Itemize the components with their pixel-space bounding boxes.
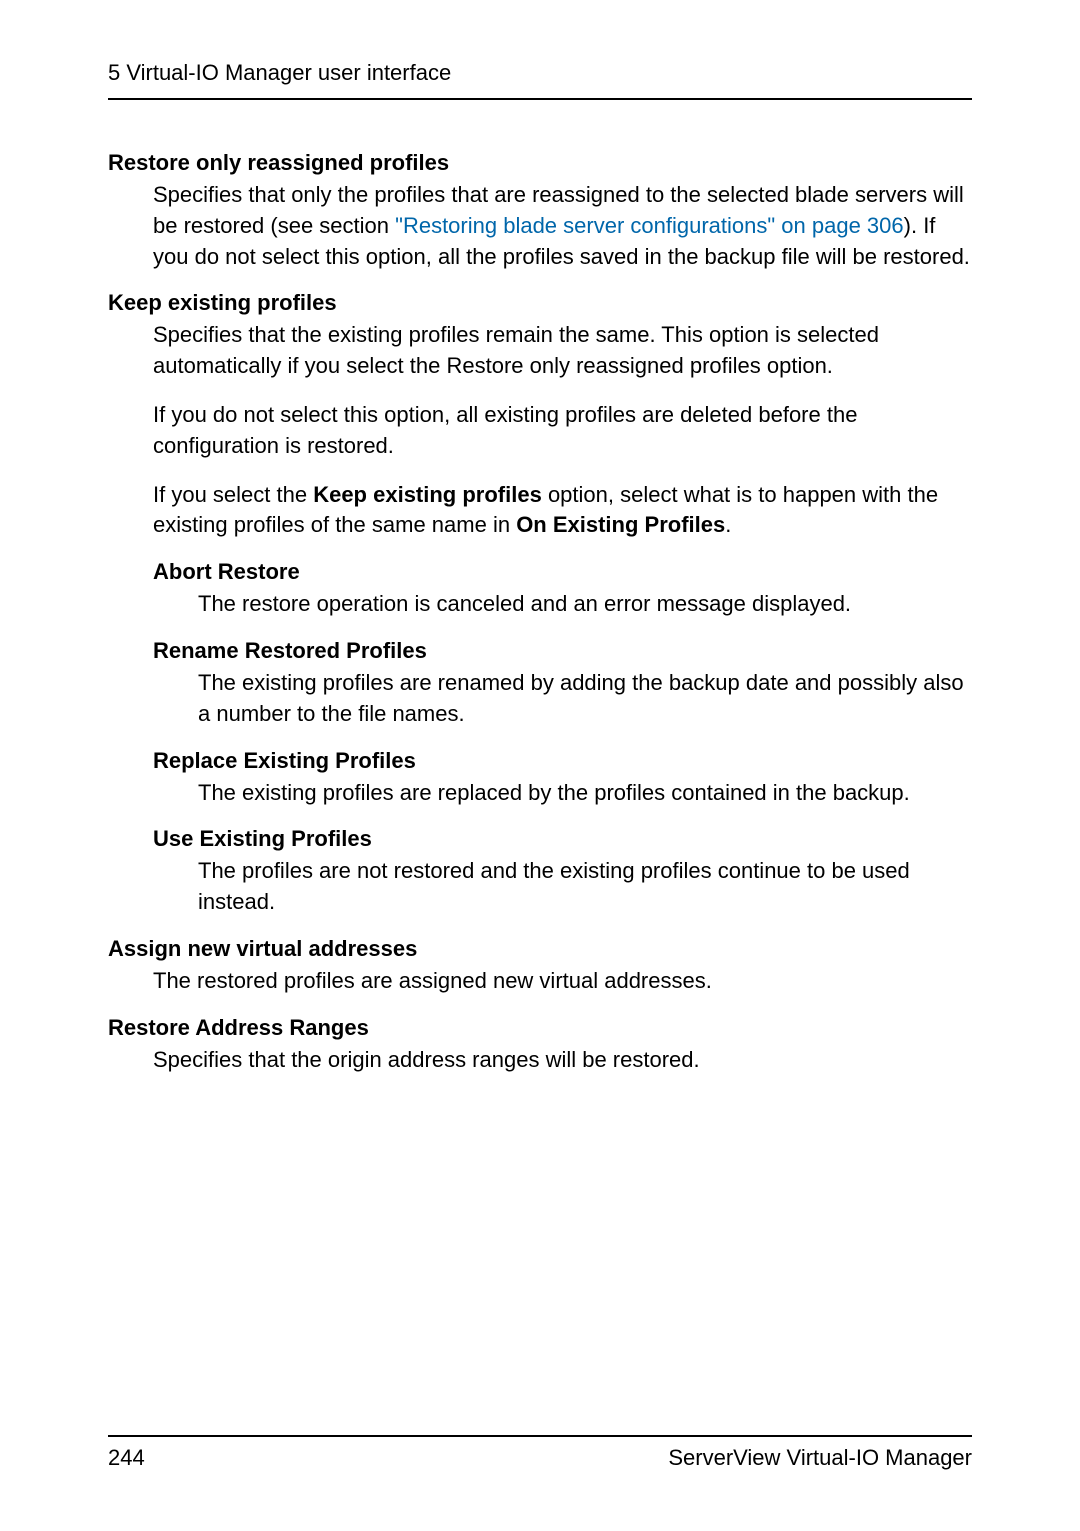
subsection-rename-restored: Rename Restored Profiles The existing pr… <box>108 638 972 730</box>
text-keep-existing-p3-post: . <box>725 512 731 537</box>
footer-rule <box>108 1435 972 1437</box>
product-name: ServerView Virtual-IO Manager <box>668 1445 972 1471</box>
title-use-existing: Use Existing Profiles <box>153 826 972 852</box>
title-restore-address: Restore Address Ranges <box>108 1015 972 1041</box>
section-keep-existing: Keep existing profiles Specifies that th… <box>108 290 972 918</box>
subsection-replace-existing: Replace Existing Profiles The existing p… <box>108 748 972 809</box>
title-abort-restore: Abort Restore <box>153 559 972 585</box>
body-replace-existing: The existing profiles are replaced by th… <box>153 778 972 809</box>
title-restore-only: Restore only reassigned profiles <box>108 150 972 176</box>
body-rename-restored: The existing profiles are renamed by add… <box>153 668 972 730</box>
body-assign-new: The restored profiles are assigned new v… <box>108 966 972 997</box>
body-abort-restore: The restore operation is canceled and an… <box>153 589 972 620</box>
text-keep-existing-p3-bold1: Keep existing profiles <box>313 482 542 507</box>
link-restoring-blade[interactable]: "Restoring blade server configurations" … <box>395 213 904 238</box>
body-use-existing: The profiles are not restored and the ex… <box>153 856 972 918</box>
footer: 244 ServerView Virtual-IO Manager <box>108 1435 972 1471</box>
text-keep-existing-p3-bold2: On Existing Profiles <box>516 512 725 537</box>
section-restore-address: Restore Address Ranges Specifies that th… <box>108 1015 972 1076</box>
section-assign-new: Assign new virtual addresses The restore… <box>108 936 972 997</box>
title-assign-new: Assign new virtual addresses <box>108 936 972 962</box>
subsection-abort-restore: Abort Restore The restore operation is c… <box>108 559 972 620</box>
title-rename-restored: Rename Restored Profiles <box>153 638 972 664</box>
title-keep-existing: Keep existing profiles <box>108 290 972 316</box>
subsection-use-existing: Use Existing Profiles The profiles are n… <box>108 826 972 918</box>
body-keep-existing-p1: Specifies that the existing profiles rem… <box>108 320 972 382</box>
header-chapter: 5 Virtual-IO Manager user interface <box>108 60 972 86</box>
body-restore-only: Specifies that only the profiles that ar… <box>108 180 972 272</box>
title-replace-existing: Replace Existing Profiles <box>153 748 972 774</box>
text-keep-existing-p3-pre: If you select the <box>153 482 313 507</box>
header-rule <box>108 98 972 100</box>
body-keep-existing-p2: If you do not select this option, all ex… <box>108 400 972 462</box>
body-keep-existing-p3: If you select the Keep existing profiles… <box>108 480 972 542</box>
page-number: 244 <box>108 1445 145 1471</box>
body-restore-address: Specifies that the origin address ranges… <box>108 1045 972 1076</box>
section-restore-only: Restore only reassigned profiles Specifi… <box>108 150 972 272</box>
footer-row: 244 ServerView Virtual-IO Manager <box>108 1445 972 1471</box>
